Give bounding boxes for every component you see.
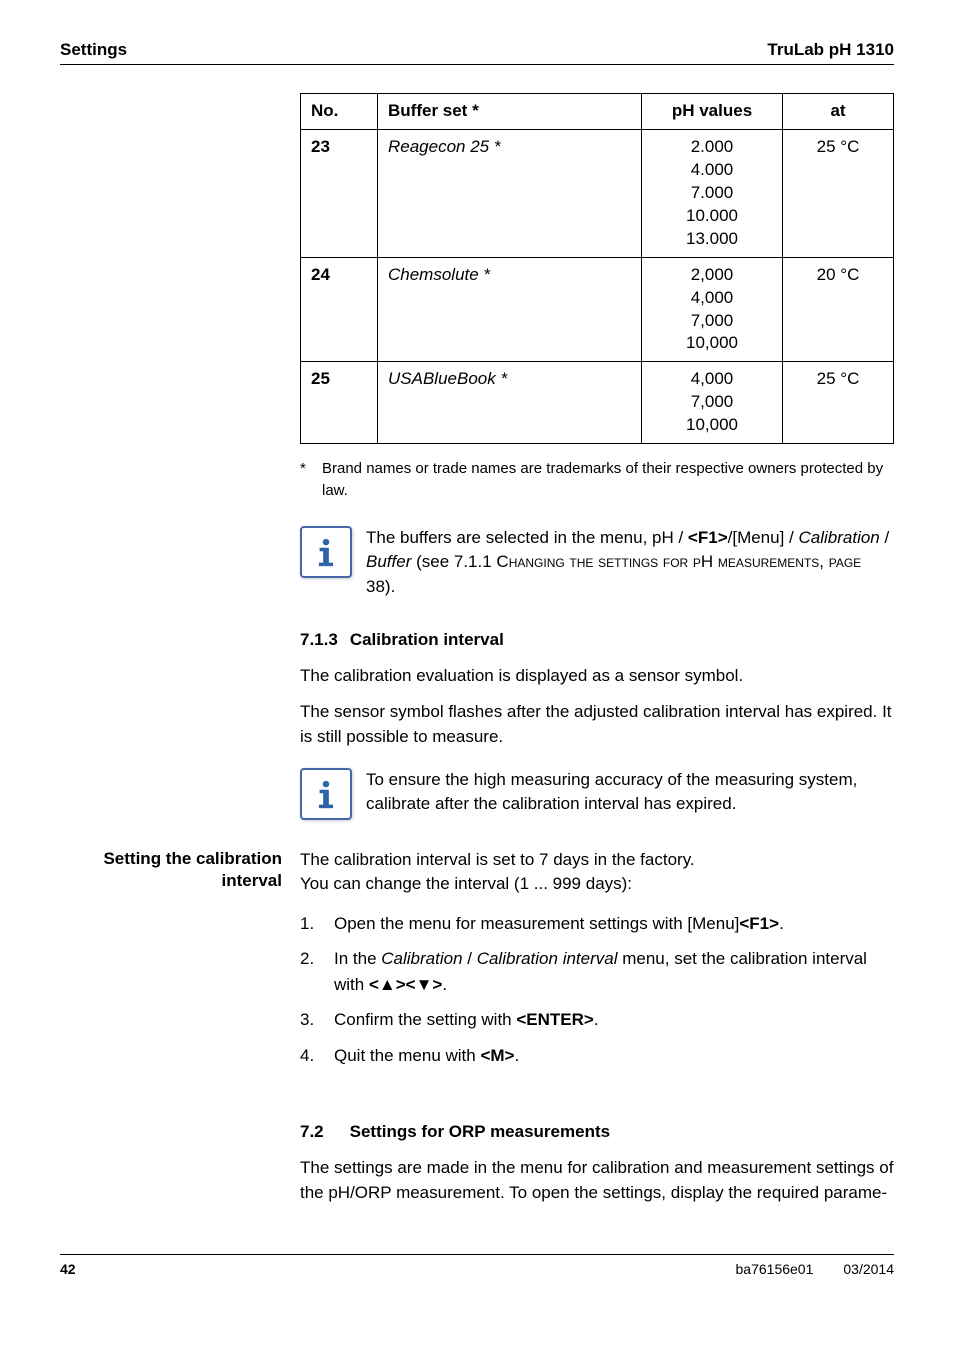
footer-code: ba76156e01	[736, 1261, 814, 1277]
table-row: 23 Reagecon 25 * 2.000 4.000 7.000 10.00…	[301, 129, 894, 257]
t: (see 7.1.1	[411, 552, 496, 571]
list-item: Open the menu for measurement settings w…	[300, 911, 894, 937]
th-ph: pH values	[642, 94, 783, 130]
side-label-setting-interval: Setting the calibration interval	[60, 848, 300, 894]
t: .	[779, 914, 784, 933]
p-713-2: The sensor symbol flashes after the adju…	[300, 700, 894, 749]
t: <F1>	[739, 914, 779, 933]
t: .	[594, 1010, 599, 1029]
footnote-text: Brand names or trade names are trademark…	[322, 458, 894, 502]
cell-ph: 2,000 4,000 7,000 10,000	[642, 257, 783, 362]
list-item: Confirm the setting with <ENTER>.	[300, 1007, 894, 1033]
heading-title: Settings for ORP measurements	[350, 1122, 610, 1141]
footnote-star: *	[300, 458, 322, 502]
t: <▲><▼>	[369, 975, 442, 994]
footnote: * Brand names or trade names are tradema…	[300, 458, 894, 502]
cell-ph: 4,000 7,000 10,000	[642, 362, 783, 444]
p-713-1: The calibration evaluation is displayed …	[300, 664, 894, 689]
t: The buffers are selected in the menu, pH…	[366, 528, 688, 547]
t: Changing the settings for pH measurement…	[496, 552, 861, 571]
info-note-1: The buffers are selected in the menu, pH…	[366, 526, 894, 600]
t: .	[442, 975, 447, 994]
t: Calibration	[381, 949, 462, 968]
t: Calibration	[799, 528, 880, 547]
t: /	[463, 949, 477, 968]
cell-at: 20 °C	[783, 257, 894, 362]
info-icon	[300, 768, 352, 820]
cell-no: 24	[301, 257, 378, 362]
buffer-table: No. Buffer set * pH values at 23 Reageco…	[300, 93, 894, 444]
heading-num: 7.2	[300, 1122, 324, 1141]
t: 38).	[366, 577, 395, 596]
header-right: TruLab pH 1310	[767, 40, 894, 60]
heading-title: Calibration interval	[350, 630, 504, 649]
cell-at: 25 °C	[783, 129, 894, 257]
cell-no: 23	[301, 129, 378, 257]
t: Quit the menu with	[334, 1046, 480, 1065]
th-no: No.	[301, 94, 378, 130]
th-name: Buffer set *	[378, 94, 642, 130]
cell-name: Reagecon 25 *	[378, 129, 642, 257]
t: Buffer	[366, 552, 411, 571]
p-72: The settings are made in the menu for ca…	[300, 1156, 894, 1205]
sidebody-l1: The calibration interval is set to 7 day…	[300, 848, 894, 873]
info-note-2: To ensure the high measuring accuracy of…	[366, 768, 894, 817]
cell-at: 25 °C	[783, 362, 894, 444]
cell-ph: 2.000 4.000 7.000 10.000 13.000	[642, 129, 783, 257]
heading-num: 7.1.3	[300, 630, 338, 649]
t: /	[880, 528, 889, 547]
t: Open the menu for measurement settings w…	[334, 914, 739, 933]
heading-72: 7.2 Settings for ORP measurements	[300, 1122, 894, 1142]
footer-page: 42	[60, 1261, 76, 1277]
footer-rule	[60, 1254, 894, 1261]
list-item: In the Calibration / Calibration interva…	[300, 946, 894, 997]
info-icon	[300, 526, 352, 578]
table-row: 25 USABlueBook * 4,000 7,000 10,000 25 °…	[301, 362, 894, 444]
sidebody-l2: You can change the interval (1 ... 999 d…	[300, 872, 894, 897]
header-rule	[60, 64, 894, 65]
th-at: at	[783, 94, 894, 130]
cell-name: Chemsolute *	[378, 257, 642, 362]
table-row: 24 Chemsolute * 2,000 4,000 7,000 10,000…	[301, 257, 894, 362]
t: .	[515, 1046, 520, 1065]
t: /[Menu] /	[728, 528, 799, 547]
heading-713: 7.1.3 Calibration interval	[300, 630, 894, 650]
t: <ENTER>	[516, 1010, 593, 1029]
cell-no: 25	[301, 362, 378, 444]
t: In the	[334, 949, 381, 968]
t: Confirm the setting with	[334, 1010, 516, 1029]
t: <M>	[480, 1046, 514, 1065]
t: <F1>	[688, 528, 728, 547]
cell-name: USABlueBook *	[378, 362, 642, 444]
steps-list: Open the menu for measurement settings w…	[300, 911, 894, 1069]
footer-date: 03/2014	[843, 1261, 894, 1277]
t: Calibration interval	[477, 949, 618, 968]
list-item: Quit the menu with <M>.	[300, 1043, 894, 1069]
header-left: Settings	[60, 40, 127, 60]
